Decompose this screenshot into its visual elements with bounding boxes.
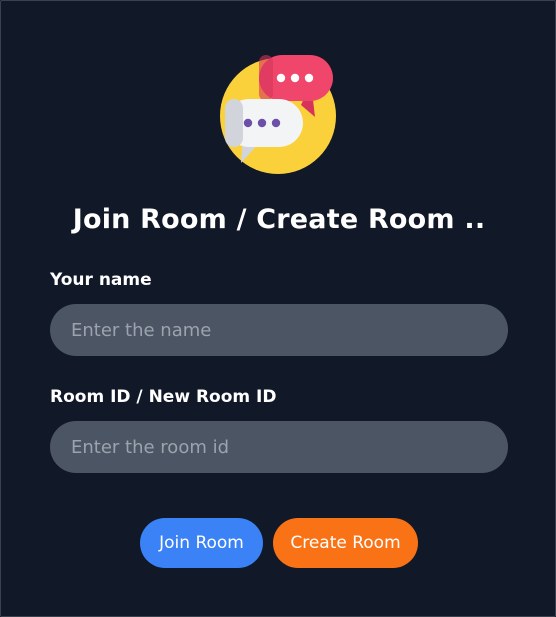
chat-bubbles-icon (220, 55, 336, 174)
name-input[interactable] (50, 304, 508, 356)
room-id-label: Room ID / New Room ID (50, 387, 277, 407)
join-room-button[interactable]: Join Room (140, 518, 263, 568)
room-id-input[interactable] (50, 421, 508, 473)
join-room-card: Join Room / Create Room .. Your name Roo… (0, 0, 556, 617)
name-label: Your name (50, 270, 152, 290)
create-room-button[interactable]: Create Room (273, 518, 418, 568)
page-title: Join Room / Create Room .. (72, 204, 486, 235)
